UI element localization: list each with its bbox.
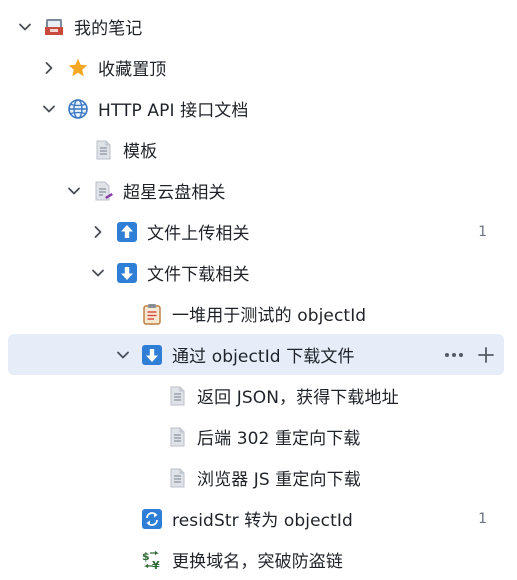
upload-arrow-icon	[116, 221, 138, 243]
document-icon	[166, 467, 188, 489]
tree-item-label: 一堆用于测试的 objectId	[172, 306, 367, 326]
chevron-right-icon[interactable]	[41, 60, 57, 76]
chevron-down-icon[interactable]	[66, 183, 82, 199]
tree-item-return-json[interactable]: 返回 JSON，获得下载地址	[0, 375, 517, 416]
document-icon	[92, 139, 114, 161]
document-pen-icon	[92, 180, 114, 202]
tree-item-favorites[interactable]: 收藏置顶	[0, 47, 517, 88]
globe-icon	[67, 98, 89, 120]
tree-item-label: 通过 objectId 下载文件	[172, 347, 355, 367]
chevron-down-icon[interactable]	[17, 19, 33, 35]
tree-item-label: 超星云盘相关	[123, 183, 226, 203]
chevron-down-icon[interactable]	[41, 101, 57, 117]
document-icon	[166, 426, 188, 448]
currency-exchange-icon: $ ¥	[141, 549, 163, 571]
tree-item-residstr[interactable]: residStr 转为 objectId 1	[0, 498, 517, 539]
svg-text:$: $	[142, 550, 150, 563]
tree-item-my-notes[interactable]: 我的笔记	[0, 6, 517, 47]
row-actions	[444, 346, 494, 363]
svg-text:¥: ¥	[152, 559, 160, 571]
sync-arrows-icon	[141, 508, 163, 530]
chevron-down-icon[interactable]	[90, 265, 106, 281]
tree-item-label: 文件下载相关	[147, 265, 250, 285]
child-count-badge: 1	[478, 510, 487, 527]
tree-item-label: residStr 转为 objectId	[172, 511, 353, 531]
child-count-badge: 1	[478, 223, 487, 240]
tree-item-browser-js[interactable]: 浏览器 JS 重定向下载	[0, 457, 517, 498]
tree-item-label: 文件上传相关	[147, 224, 250, 244]
more-dots-icon[interactable]	[444, 352, 464, 358]
tree-item-label: 收藏置顶	[98, 60, 167, 80]
tree-item-download-by-objectid[interactable]: 通过 objectId 下载文件	[8, 334, 504, 375]
tree-item-file-download[interactable]: 文件下载相关	[0, 252, 517, 293]
tree-item-change-domain[interactable]: $ ¥ 更换域名，突破防盗链	[0, 539, 517, 580]
chevron-right-icon[interactable]	[90, 224, 106, 240]
tree-item-test-objectids[interactable]: 一堆用于测试的 objectId	[0, 293, 517, 334]
tree-item-label: 我的笔记	[74, 19, 143, 39]
tree-item-backend-302[interactable]: 后端 302 重定向下载	[0, 416, 517, 457]
star-icon	[67, 57, 89, 79]
tree-item-template[interactable]: 模板	[0, 129, 517, 170]
tree-item-label: 更换域名，突破防盗链	[172, 552, 343, 572]
chevron-down-icon[interactable]	[115, 347, 131, 363]
plus-icon[interactable]	[478, 346, 494, 363]
notes-tree: 我的笔记 收藏置顶 HTTP API 接口文档 模板 超星云盘相关 文件上传相关…	[0, 0, 517, 580]
tree-item-label: 返回 JSON，获得下载地址	[197, 388, 399, 408]
tree-item-label: 后端 302 重定向下载	[197, 429, 361, 449]
tree-item-http-api-docs[interactable]: HTTP API 接口文档	[0, 88, 517, 129]
download-arrow-icon	[116, 262, 138, 284]
clipboard-icon	[141, 303, 163, 325]
tree-item-file-upload[interactable]: 文件上传相关 1	[0, 211, 517, 252]
inbox-tray-icon	[43, 16, 65, 38]
document-icon	[166, 385, 188, 407]
tree-item-chaoxing-cloud[interactable]: 超星云盘相关	[0, 170, 517, 211]
tree-item-label: 模板	[123, 142, 158, 162]
tree-item-label: HTTP API 接口文档	[98, 101, 249, 121]
download-arrow-icon	[141, 344, 163, 366]
tree-item-label: 浏览器 JS 重定向下载	[197, 470, 361, 490]
